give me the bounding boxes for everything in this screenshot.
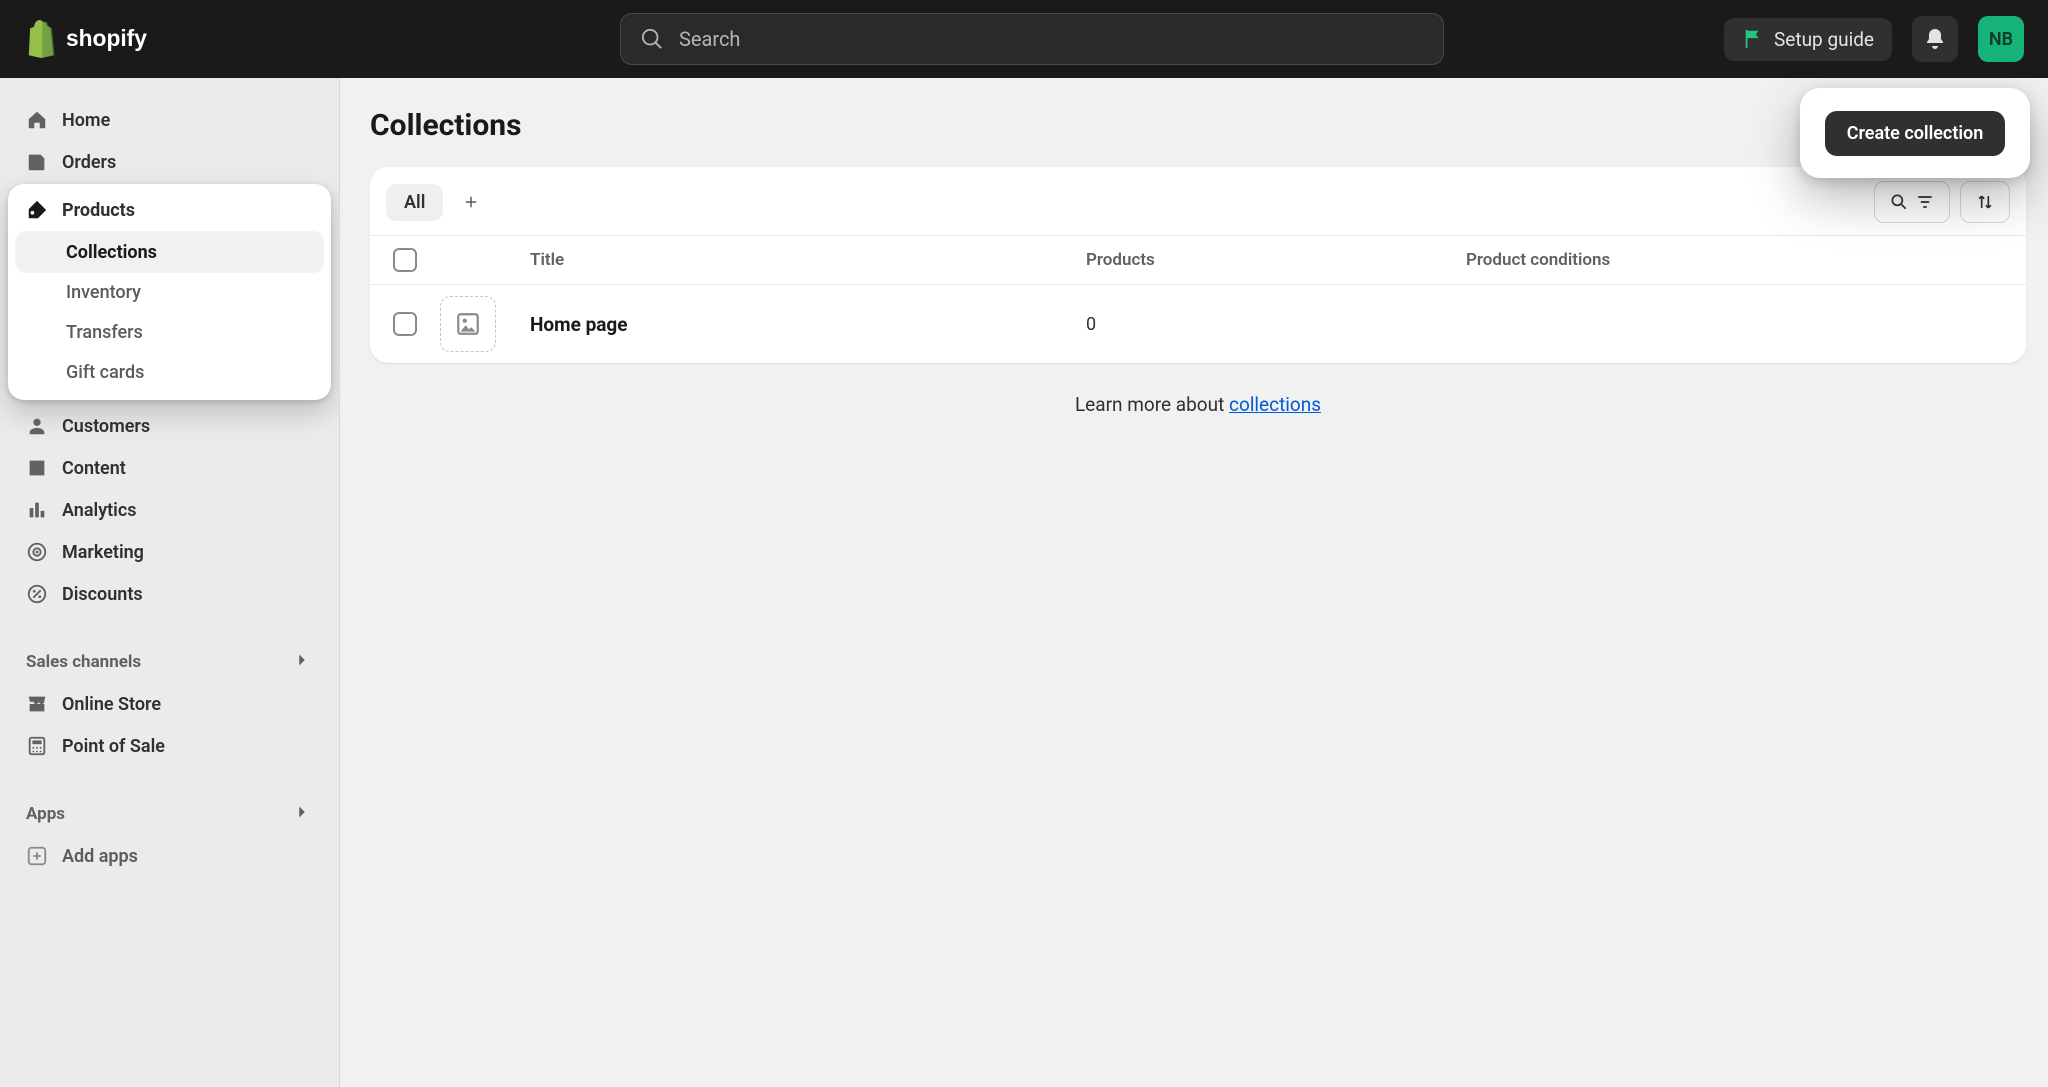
sidebar-item-analytics[interactable]: Analytics xyxy=(12,490,327,530)
sidebar-item-point-of-sale[interactable]: Point of Sale xyxy=(12,726,327,766)
sidebar-item-label: Discounts xyxy=(62,584,143,605)
sidebar-item-label: Products xyxy=(62,200,135,221)
image-icon xyxy=(26,457,48,479)
add-apps-button[interactable]: Add apps xyxy=(12,836,327,876)
add-apps-label: Add apps xyxy=(62,846,138,867)
apps-label: Apps xyxy=(26,804,65,824)
pos-icon xyxy=(26,735,48,757)
sidebar-item-discounts[interactable]: Discounts xyxy=(12,574,327,614)
avatar[interactable]: NB xyxy=(1978,16,2024,62)
global-search[interactable]: Search xyxy=(620,13,1444,65)
tag-icon xyxy=(26,199,48,221)
column-header-conditions[interactable]: Product conditions xyxy=(1466,250,2026,270)
search-icon xyxy=(1889,192,1909,212)
row-title-link[interactable]: Home page xyxy=(530,313,628,336)
footer-help-text: Learn more about collections xyxy=(370,393,2026,416)
sidebar-item-gift-cards[interactable]: Gift cards xyxy=(16,352,323,392)
shopify-bag-icon xyxy=(24,20,58,58)
store-icon xyxy=(26,693,48,715)
card-toolbar: All xyxy=(370,167,2026,235)
search-filter-button[interactable] xyxy=(1874,181,1950,223)
sidebar-item-marketing[interactable]: Marketing xyxy=(12,532,327,572)
chevron-right-icon xyxy=(291,801,313,828)
create-collection-callout: Create collection xyxy=(1800,88,2030,178)
sidebar: Home Orders Products Collections Invento… xyxy=(0,78,340,1087)
sidebar-item-label: Transfers xyxy=(66,322,143,343)
plus-icon xyxy=(462,193,480,211)
shopify-wordmark-icon: shopify xyxy=(66,25,189,53)
plus-box-icon xyxy=(26,845,48,867)
sidebar-item-label: Home xyxy=(62,110,110,131)
sidebar-item-label: Marketing xyxy=(62,542,144,563)
sidebar-products-subnav: Collections Inventory Transfers Gift car… xyxy=(12,232,327,392)
avatar-initials: NB xyxy=(1989,29,2013,50)
sales-channels-header[interactable]: Sales channels xyxy=(12,642,327,682)
create-collection-button[interactable]: Create collection xyxy=(1825,111,2006,156)
topbar: shopify Search Setup guide NB xyxy=(0,0,2048,78)
sidebar-item-label: Customers xyxy=(62,416,150,437)
table-row[interactable]: Home page 0 xyxy=(370,285,2026,363)
row-thumbnail xyxy=(440,296,530,352)
topbar-right: Setup guide NB xyxy=(1724,16,2048,62)
sort-button[interactable] xyxy=(1960,181,2010,223)
sidebar-item-customers[interactable]: Customers xyxy=(12,406,327,446)
setup-guide-label: Setup guide xyxy=(1774,28,1874,51)
search-icon xyxy=(641,28,663,50)
apps-header[interactable]: Apps xyxy=(12,794,327,834)
shopify-logo[interactable]: shopify xyxy=(0,20,340,58)
select-all-checkbox[interactable] xyxy=(370,248,440,272)
main-content: Collections All xyxy=(340,78,2048,1087)
sidebar-products-popover: Products Collections Inventory Transfers… xyxy=(8,184,331,400)
page-title: Collections xyxy=(370,108,522,143)
sidebar-item-collections[interactable]: Collections xyxy=(16,232,323,272)
image-placeholder-icon xyxy=(455,311,481,337)
footer-help-prefix: Learn more about xyxy=(1075,393,1229,416)
sidebar-item-transfers[interactable]: Transfers xyxy=(16,312,323,352)
sidebar-item-label: Gift cards xyxy=(66,362,144,383)
sidebar-item-label: Inventory xyxy=(66,282,141,303)
collections-card: All Title Products Product co xyxy=(370,167,2026,363)
tab-all[interactable]: All xyxy=(386,184,443,221)
global-search-placeholder: Search xyxy=(679,27,740,51)
footer-help-link[interactable]: collections xyxy=(1229,393,1321,416)
add-tab-button[interactable] xyxy=(453,184,489,220)
tab-all-label: All xyxy=(404,192,425,213)
notifications-button[interactable] xyxy=(1912,16,1958,62)
sidebar-item-online-store[interactable]: Online Store xyxy=(12,684,327,724)
sidebar-item-label: Online Store xyxy=(62,694,161,715)
sidebar-item-label: Point of Sale xyxy=(62,736,165,757)
discount-icon xyxy=(26,583,48,605)
column-header-products[interactable]: Products xyxy=(1086,250,1466,270)
global-search-container: Search xyxy=(340,13,1724,65)
row-checkbox[interactable] xyxy=(370,312,440,336)
filter-icon xyxy=(1915,192,1935,212)
setup-guide-button[interactable]: Setup guide xyxy=(1724,18,1892,61)
sidebar-item-orders[interactable]: Orders xyxy=(12,142,327,182)
sidebar-item-content[interactable]: Content xyxy=(12,448,327,488)
analytics-icon xyxy=(26,499,48,521)
column-header-title[interactable]: Title xyxy=(530,250,1086,270)
bell-icon xyxy=(1923,27,1947,51)
sidebar-item-label: Analytics xyxy=(62,500,137,521)
sidebar-item-products[interactable]: Products xyxy=(12,190,327,230)
orders-icon xyxy=(26,151,48,173)
sidebar-item-label: Content xyxy=(62,458,126,479)
row-title-cell: Home page xyxy=(530,313,1086,336)
create-collection-label: Create collection xyxy=(1847,123,1984,144)
target-icon xyxy=(26,541,48,563)
svg-text:shopify: shopify xyxy=(66,25,147,51)
person-icon xyxy=(26,415,48,437)
sales-channels-label: Sales channels xyxy=(26,652,141,672)
sort-icon xyxy=(1975,192,1995,212)
page-header: Collections xyxy=(370,108,2026,143)
chevron-right-icon xyxy=(291,649,313,676)
home-icon xyxy=(26,109,48,131)
row-products-cell: 0 xyxy=(1086,314,1466,335)
sidebar-item-home[interactable]: Home xyxy=(12,100,327,140)
sidebar-item-label: Orders xyxy=(62,152,116,173)
sidebar-item-inventory[interactable]: Inventory xyxy=(16,272,323,312)
flag-icon xyxy=(1742,28,1764,50)
sidebar-item-label: Collections xyxy=(66,242,157,263)
table-header: Title Products Product conditions xyxy=(370,235,2026,285)
